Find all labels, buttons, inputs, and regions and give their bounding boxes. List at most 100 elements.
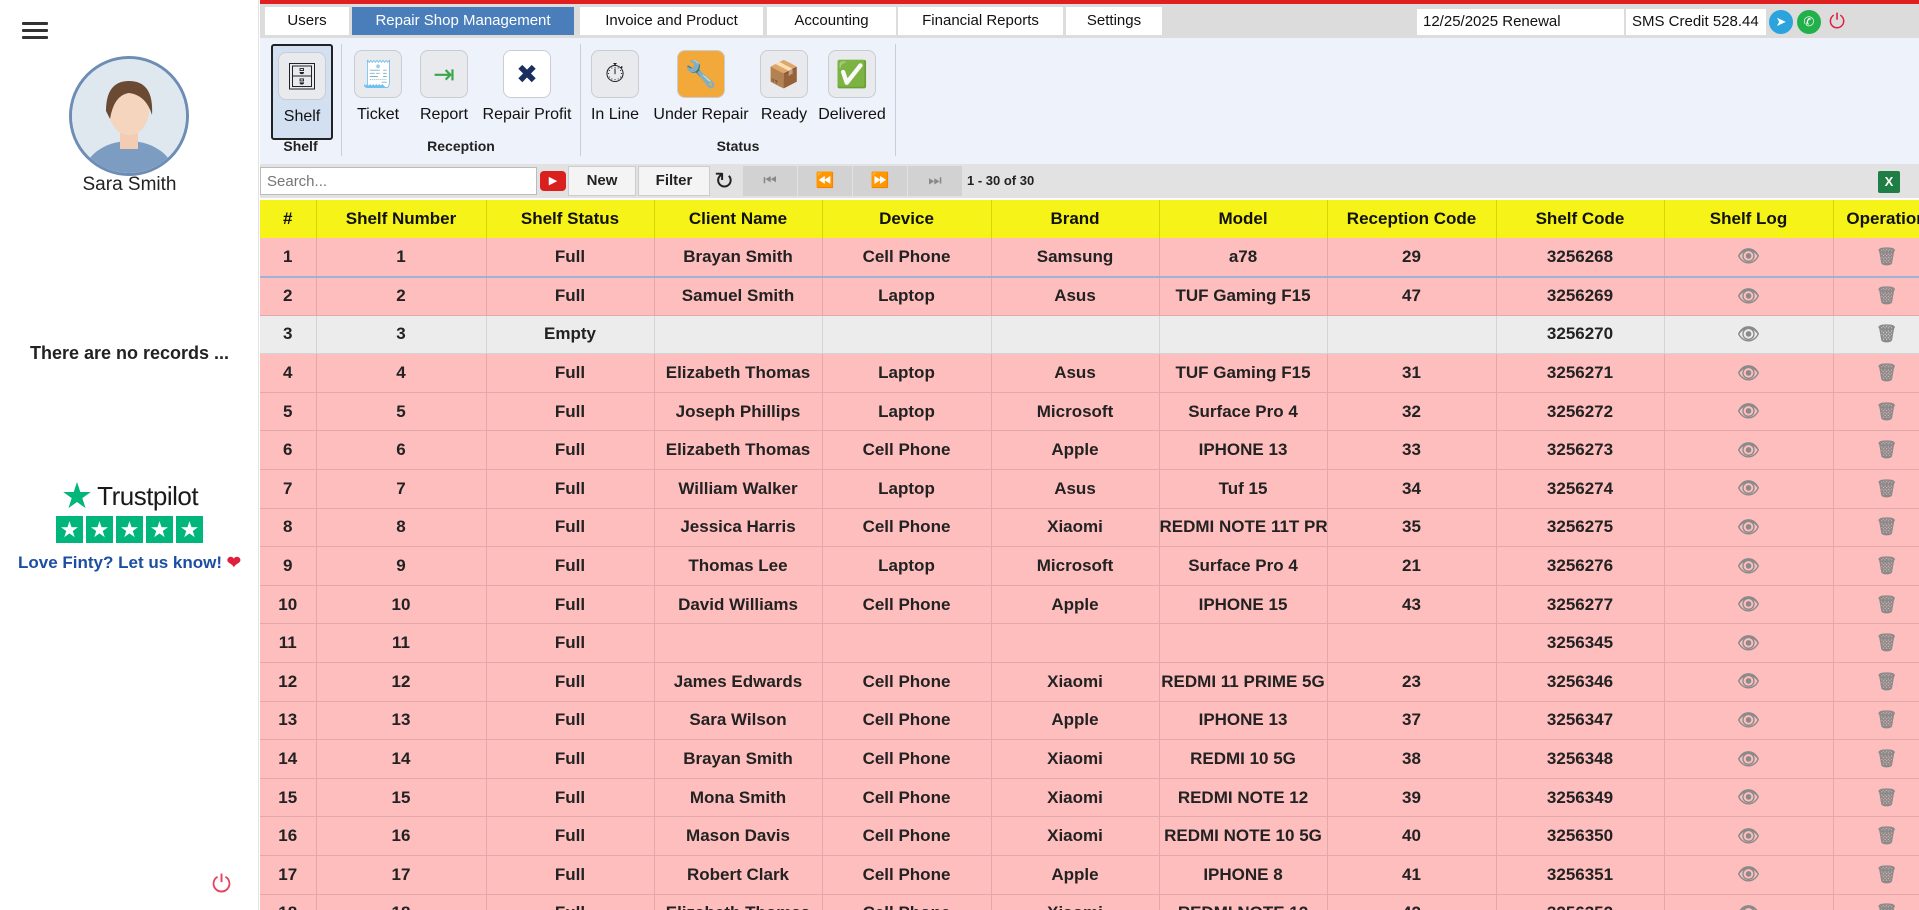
- table-row[interactable]: 5 5 Full Joseph Phillips Laptop Microsoft Surf…: [260, 392, 1919, 432]
- column-header[interactable]: Shelf Log: [1664, 200, 1834, 238]
- view-log-eye-icon[interactable]: 👁: [1737, 440, 1760, 460]
- table-row[interactable]: 3 3 Empty 3256270 👁 🗑: [260, 315, 1919, 355]
- tab-financial-reports[interactable]: Financial Reports: [898, 7, 1063, 35]
- youtube-play-icon[interactable]: ▶: [540, 171, 566, 191]
- table-row[interactable]: 1818FullElizabeth ThomasCell PhoneXiaomi…: [260, 894, 1919, 910]
- delete-trash-icon[interactable]: 🗑: [1876, 440, 1898, 459]
- view-log-eye-icon[interactable]: 👁: [1737, 286, 1760, 306]
- table-row[interactable]: 4 4 Full Elizabeth Thomas Laptop Asus TUF Gami…: [260, 353, 1919, 393]
- logout-power-icon[interactable]: ⏻: [212, 871, 231, 899]
- column-header[interactable]: Operation: [1833, 200, 1919, 238]
- delete-trash-icon[interactable]: 🗑: [1876, 517, 1898, 536]
- view-log-eye-icon[interactable]: 👁: [1737, 324, 1760, 344]
- view-log-eye-icon[interactable]: 👁: [1737, 787, 1760, 807]
- view-log-eye-icon[interactable]: 👁: [1737, 363, 1760, 383]
- search-input[interactable]: [260, 167, 537, 195]
- table-row[interactable]: 14 14 Full Brayan Smith Cell Phone Xiaomi REDM…: [260, 739, 1919, 779]
- table-row[interactable]: 10 10 Full David Williams Cell Phone Apple IPH…: [260, 585, 1919, 625]
- table-row[interactable]: 16 16 Full Mason Davis Cell Phone Xiaomi REDMI…: [260, 816, 1919, 856]
- delete-trash-icon[interactable]: 🗑: [1876, 710, 1898, 729]
- under-repair-button[interactable]: 🔧 Under Repair: [651, 44, 751, 140]
- next-page-icon[interactable]: ⏩: [853, 166, 907, 196]
- view-log-eye-icon[interactable]: 👁: [1737, 864, 1760, 884]
- delete-trash-icon[interactable]: 🗑: [1876, 865, 1898, 884]
- view-log-eye-icon[interactable]: 👁: [1737, 401, 1760, 421]
- first-page-icon[interactable]: ⏮: [743, 166, 797, 196]
- report-button[interactable]: ⇥ Report: [413, 44, 475, 140]
- filter-button[interactable]: Filter: [638, 166, 710, 196]
- tab-repair-shop-management[interactable]: Repair Shop Management: [352, 7, 574, 35]
- trustpilot-widget[interactable]: ★ Trustpilot ★ ★ ★ ★ ★ Love Finty? Let us kn…: [0, 478, 259, 573]
- table-row[interactable]: 1 1 Full Brayan Smith Cell Phone Samsung a78 29…: [260, 238, 1919, 278]
- ticket-button[interactable]: 🧾 Ticket: [348, 44, 408, 140]
- delete-trash-icon[interactable]: 🗑: [1876, 363, 1898, 382]
- tab-settings[interactable]: Settings: [1066, 7, 1162, 35]
- delete-trash-icon[interactable]: 🗑: [1876, 903, 1898, 910]
- view-log-eye-icon[interactable]: 👁: [1737, 594, 1760, 614]
- whatsapp-icon[interactable]: ✆: [1797, 10, 1821, 34]
- delete-trash-icon[interactable]: 🗑: [1876, 247, 1898, 266]
- in-line-button[interactable]: ⏱ In Line: [585, 44, 645, 140]
- table-row[interactable]: 11 11 Full 3256345 👁 🗑: [260, 623, 1919, 664]
- table-row[interactable]: 13 13 Full Sara Wilson Cell Phone Apple IPHONE…: [260, 701, 1919, 741]
- table-row[interactable]: 17 17 Full Robert Clark Cell Phone Apple IPHON…: [260, 855, 1919, 895]
- new-button[interactable]: New: [568, 166, 636, 196]
- column-header[interactable]: Reception Code: [1327, 200, 1497, 238]
- excel-export-icon[interactable]: X: [1878, 171, 1900, 193]
- view-log-eye-icon[interactable]: 👁: [1737, 671, 1760, 691]
- table-cell: Cell Phone: [822, 739, 992, 779]
- table-row[interactable]: 7 7 Full William Walker Laptop Asus Tuf 15 34 32…: [260, 469, 1919, 509]
- delivered-button[interactable]: ✅ Delivered: [816, 44, 888, 140]
- tab-users[interactable]: Users: [265, 7, 349, 35]
- refresh-icon[interactable]: ↻: [714, 167, 734, 196]
- delete-trash-icon[interactable]: 🗑: [1876, 595, 1898, 614]
- table-row[interactable]: 6 6 Full Elizabeth Thomas Cell Phone Apple IPH…: [260, 430, 1919, 471]
- package-icon: 📦: [760, 50, 808, 98]
- repair-profit-button[interactable]: ✖ Repair Profit: [479, 44, 575, 140]
- view-log-eye-icon[interactable]: 👁: [1737, 903, 1760, 910]
- table-row[interactable]: 2 2 Full Samuel Smith Laptop Asus TUF Gaming F…: [260, 276, 1919, 316]
- hamburger-menu-icon[interactable]: [22, 22, 48, 42]
- delete-trash-icon[interactable]: 🗑: [1876, 749, 1898, 768]
- last-page-icon[interactable]: ⏭: [908, 166, 962, 196]
- view-log-eye-icon[interactable]: 👁: [1737, 633, 1760, 653]
- delete-trash-icon[interactable]: 🗑: [1876, 402, 1898, 421]
- view-log-eye-icon[interactable]: 👁: [1737, 710, 1760, 730]
- column-header[interactable]: Brand: [991, 200, 1160, 238]
- delete-trash-icon[interactable]: 🗑: [1876, 286, 1898, 305]
- shelf-button[interactable]: 🗄 Shelf: [271, 44, 333, 140]
- telegram-icon[interactable]: ➤: [1769, 10, 1793, 34]
- column-header[interactable]: Shelf Code: [1496, 200, 1665, 238]
- column-header[interactable]: Client Name: [654, 200, 823, 238]
- delete-trash-icon[interactable]: 🗑: [1876, 479, 1898, 498]
- view-log-eye-icon[interactable]: 👁: [1737, 246, 1760, 266]
- column-header[interactable]: #: [260, 200, 317, 238]
- delete-trash-icon[interactable]: 🗑: [1876, 324, 1898, 343]
- delete-trash-icon[interactable]: 🗑: [1876, 633, 1898, 652]
- table-row[interactable]: 9 9 Full Thomas Lee Laptop Microsoft Surface P…: [260, 546, 1919, 586]
- delete-trash-icon[interactable]: 🗑: [1876, 672, 1898, 691]
- column-header[interactable]: Shelf Status: [486, 200, 655, 238]
- previous-page-icon[interactable]: ⏪: [798, 166, 852, 196]
- logout-power-icon[interactable]: ⏻: [1825, 10, 1849, 34]
- tab-invoice-and-product[interactable]: Invoice and Product: [580, 7, 763, 35]
- shelf-log-cell: 👁: [1664, 469, 1834, 509]
- view-log-eye-icon[interactable]: 👁: [1737, 749, 1760, 769]
- delete-trash-icon[interactable]: 🗑: [1876, 826, 1898, 845]
- table-row[interactable]: 15 15 Full Mona Smith Cell Phone Xiaomi REDMI …: [260, 778, 1919, 818]
- delete-trash-icon[interactable]: 🗑: [1876, 556, 1898, 575]
- column-header[interactable]: Shelf Number: [316, 200, 487, 238]
- delete-trash-icon[interactable]: 🗑: [1876, 788, 1898, 807]
- column-header[interactable]: Device: [822, 200, 992, 238]
- column-header[interactable]: Model: [1159, 200, 1328, 238]
- view-log-eye-icon[interactable]: 👁: [1737, 826, 1760, 846]
- tab-accounting[interactable]: Accounting: [767, 7, 896, 35]
- view-log-eye-icon[interactable]: 👁: [1737, 517, 1760, 537]
- ready-button[interactable]: 📦 Ready: [757, 44, 811, 140]
- view-log-eye-icon[interactable]: 👁: [1737, 478, 1760, 498]
- trustpilot-cta[interactable]: Love Finty? Let us know! ❤: [0, 553, 259, 573]
- table-row[interactable]: 8 8 Full Jessica Harris Cell Phone Xiaomi REDM…: [260, 508, 1919, 548]
- table-row[interactable]: 12 12 Full James Edwards Cell Phone Xiaomi RED…: [260, 662, 1919, 702]
- table-cell: 11: [260, 623, 317, 664]
- view-log-eye-icon[interactable]: 👁: [1737, 556, 1760, 576]
